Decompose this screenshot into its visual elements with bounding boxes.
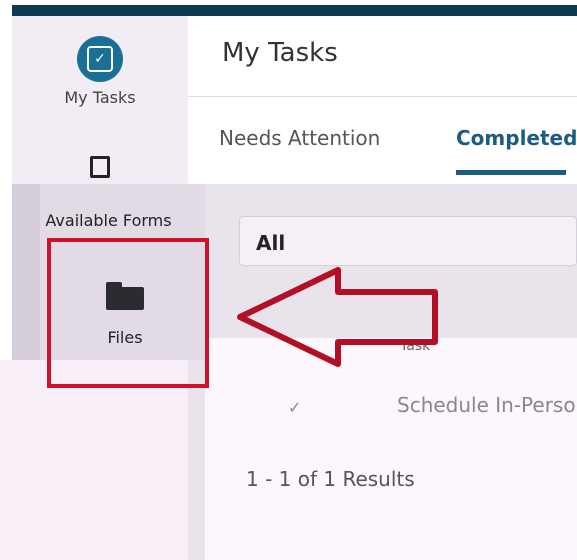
top-bar (12, 5, 577, 16)
available-forms-label[interactable]: Available Forms (12, 211, 205, 230)
annotation-arrow (237, 267, 438, 367)
sidebar-item-my-tasks[interactable]: ✓ My Tasks (12, 36, 188, 107)
check-icon: ✓ (288, 398, 302, 417)
sidebar-item-forms[interactable] (12, 156, 188, 178)
page-title: My Tasks (222, 38, 338, 68)
status-filter-select[interactable] (239, 216, 577, 266)
tab-needs-attention[interactable]: Needs Attention (219, 126, 380, 150)
highlight-box (47, 238, 209, 388)
results-count: 1 - 1 of 1 Results (246, 467, 415, 491)
filter-value: All (256, 231, 286, 255)
sidebar-lower (0, 360, 188, 560)
sidebar-item-label: My Tasks (64, 88, 136, 107)
tab-completed[interactable]: Completed (456, 126, 577, 150)
checkbox-icon: ✓ (77, 36, 123, 82)
active-tab-indicator (456, 170, 566, 175)
document-icon (90, 156, 110, 178)
task-link[interactable]: Schedule In-Person (397, 393, 577, 417)
